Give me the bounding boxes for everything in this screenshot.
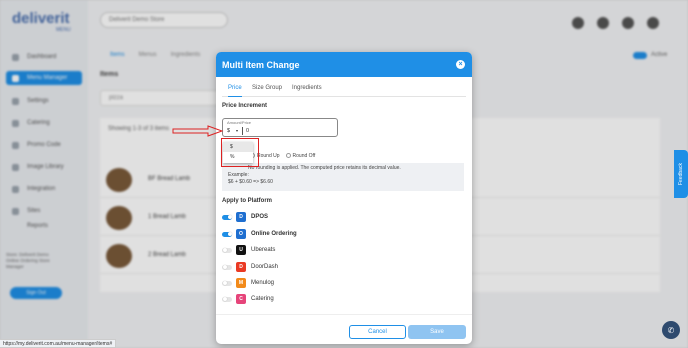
- tab-size-group[interactable]: Size Group: [252, 85, 282, 97]
- feedback-tab[interactable]: Feedback: [674, 150, 688, 198]
- platform-toggle[interactable]: [222, 214, 232, 220]
- tab-ingredients[interactable]: Ingredients: [292, 85, 322, 97]
- multi-item-change-modal: Multi Item Change × Price Size Group Ing…: [216, 52, 472, 344]
- rounding-options: Round Up Round Off: [250, 153, 315, 159]
- modal-header: Multi Item Change: [216, 52, 472, 77]
- online-ordering-icon: O: [236, 229, 246, 239]
- save-button[interactable]: Save: [408, 325, 466, 339]
- apply-platform-title: Apply to Platform: [222, 198, 273, 204]
- platform-menulog: M Menulog: [222, 277, 462, 289]
- price-increment-title: Price Increment: [222, 103, 268, 109]
- cancel-button[interactable]: Cancel: [349, 325, 406, 339]
- platform-ubereats: U Ubereats: [222, 244, 462, 256]
- radio-icon: [285, 153, 291, 158]
- platform-toggle[interactable]: [222, 280, 232, 286]
- chat-icon[interactable]: ✆: [662, 321, 680, 339]
- close-icon[interactable]: ×: [456, 60, 465, 69]
- divider: [242, 127, 243, 135]
- annotation-arrow-icon: [172, 125, 224, 137]
- amount-label: Amount/Price: [227, 120, 252, 125]
- menulog-icon: M: [236, 278, 246, 288]
- platform-catering: C Catering: [222, 293, 462, 305]
- amount-input[interactable]: 0: [246, 128, 249, 134]
- round-off-option[interactable]: Round Off: [285, 153, 315, 159]
- amount-price-field[interactable]: Amount/Price $ ▾ 0: [222, 118, 338, 137]
- rounding-info-box: No rounding is applied. The computed pri…: [222, 163, 464, 191]
- catering-icon: C: [236, 294, 246, 304]
- platform-doordash: D DoorDash: [222, 261, 462, 273]
- platform-online-ordering: O Online Ordering: [222, 228, 462, 240]
- tab-price[interactable]: Price: [228, 85, 242, 97]
- platform-toggle[interactable]: [222, 264, 232, 270]
- modal-footer: Cancel Save: [216, 314, 472, 344]
- annotation-highlight-box: [221, 138, 259, 167]
- doordash-icon: D: [236, 262, 246, 272]
- currency-select[interactable]: $: [227, 128, 230, 134]
- platform-toggle[interactable]: [222, 231, 232, 237]
- modal-title: Multi Item Change: [222, 59, 300, 70]
- platform-toggle[interactable]: [222, 247, 232, 253]
- platform-toggle[interactable]: [222, 296, 232, 302]
- modal-tabs: Price Size Group Ingredients: [222, 85, 466, 97]
- chevron-down-icon[interactable]: ▾: [236, 128, 238, 133]
- dpos-icon: D: [236, 212, 246, 222]
- status-url: https://my.deliverit.com.au/menu-manager…: [0, 339, 117, 348]
- ubereats-icon: U: [236, 245, 246, 255]
- platform-dpos: D DPOS: [222, 211, 462, 223]
